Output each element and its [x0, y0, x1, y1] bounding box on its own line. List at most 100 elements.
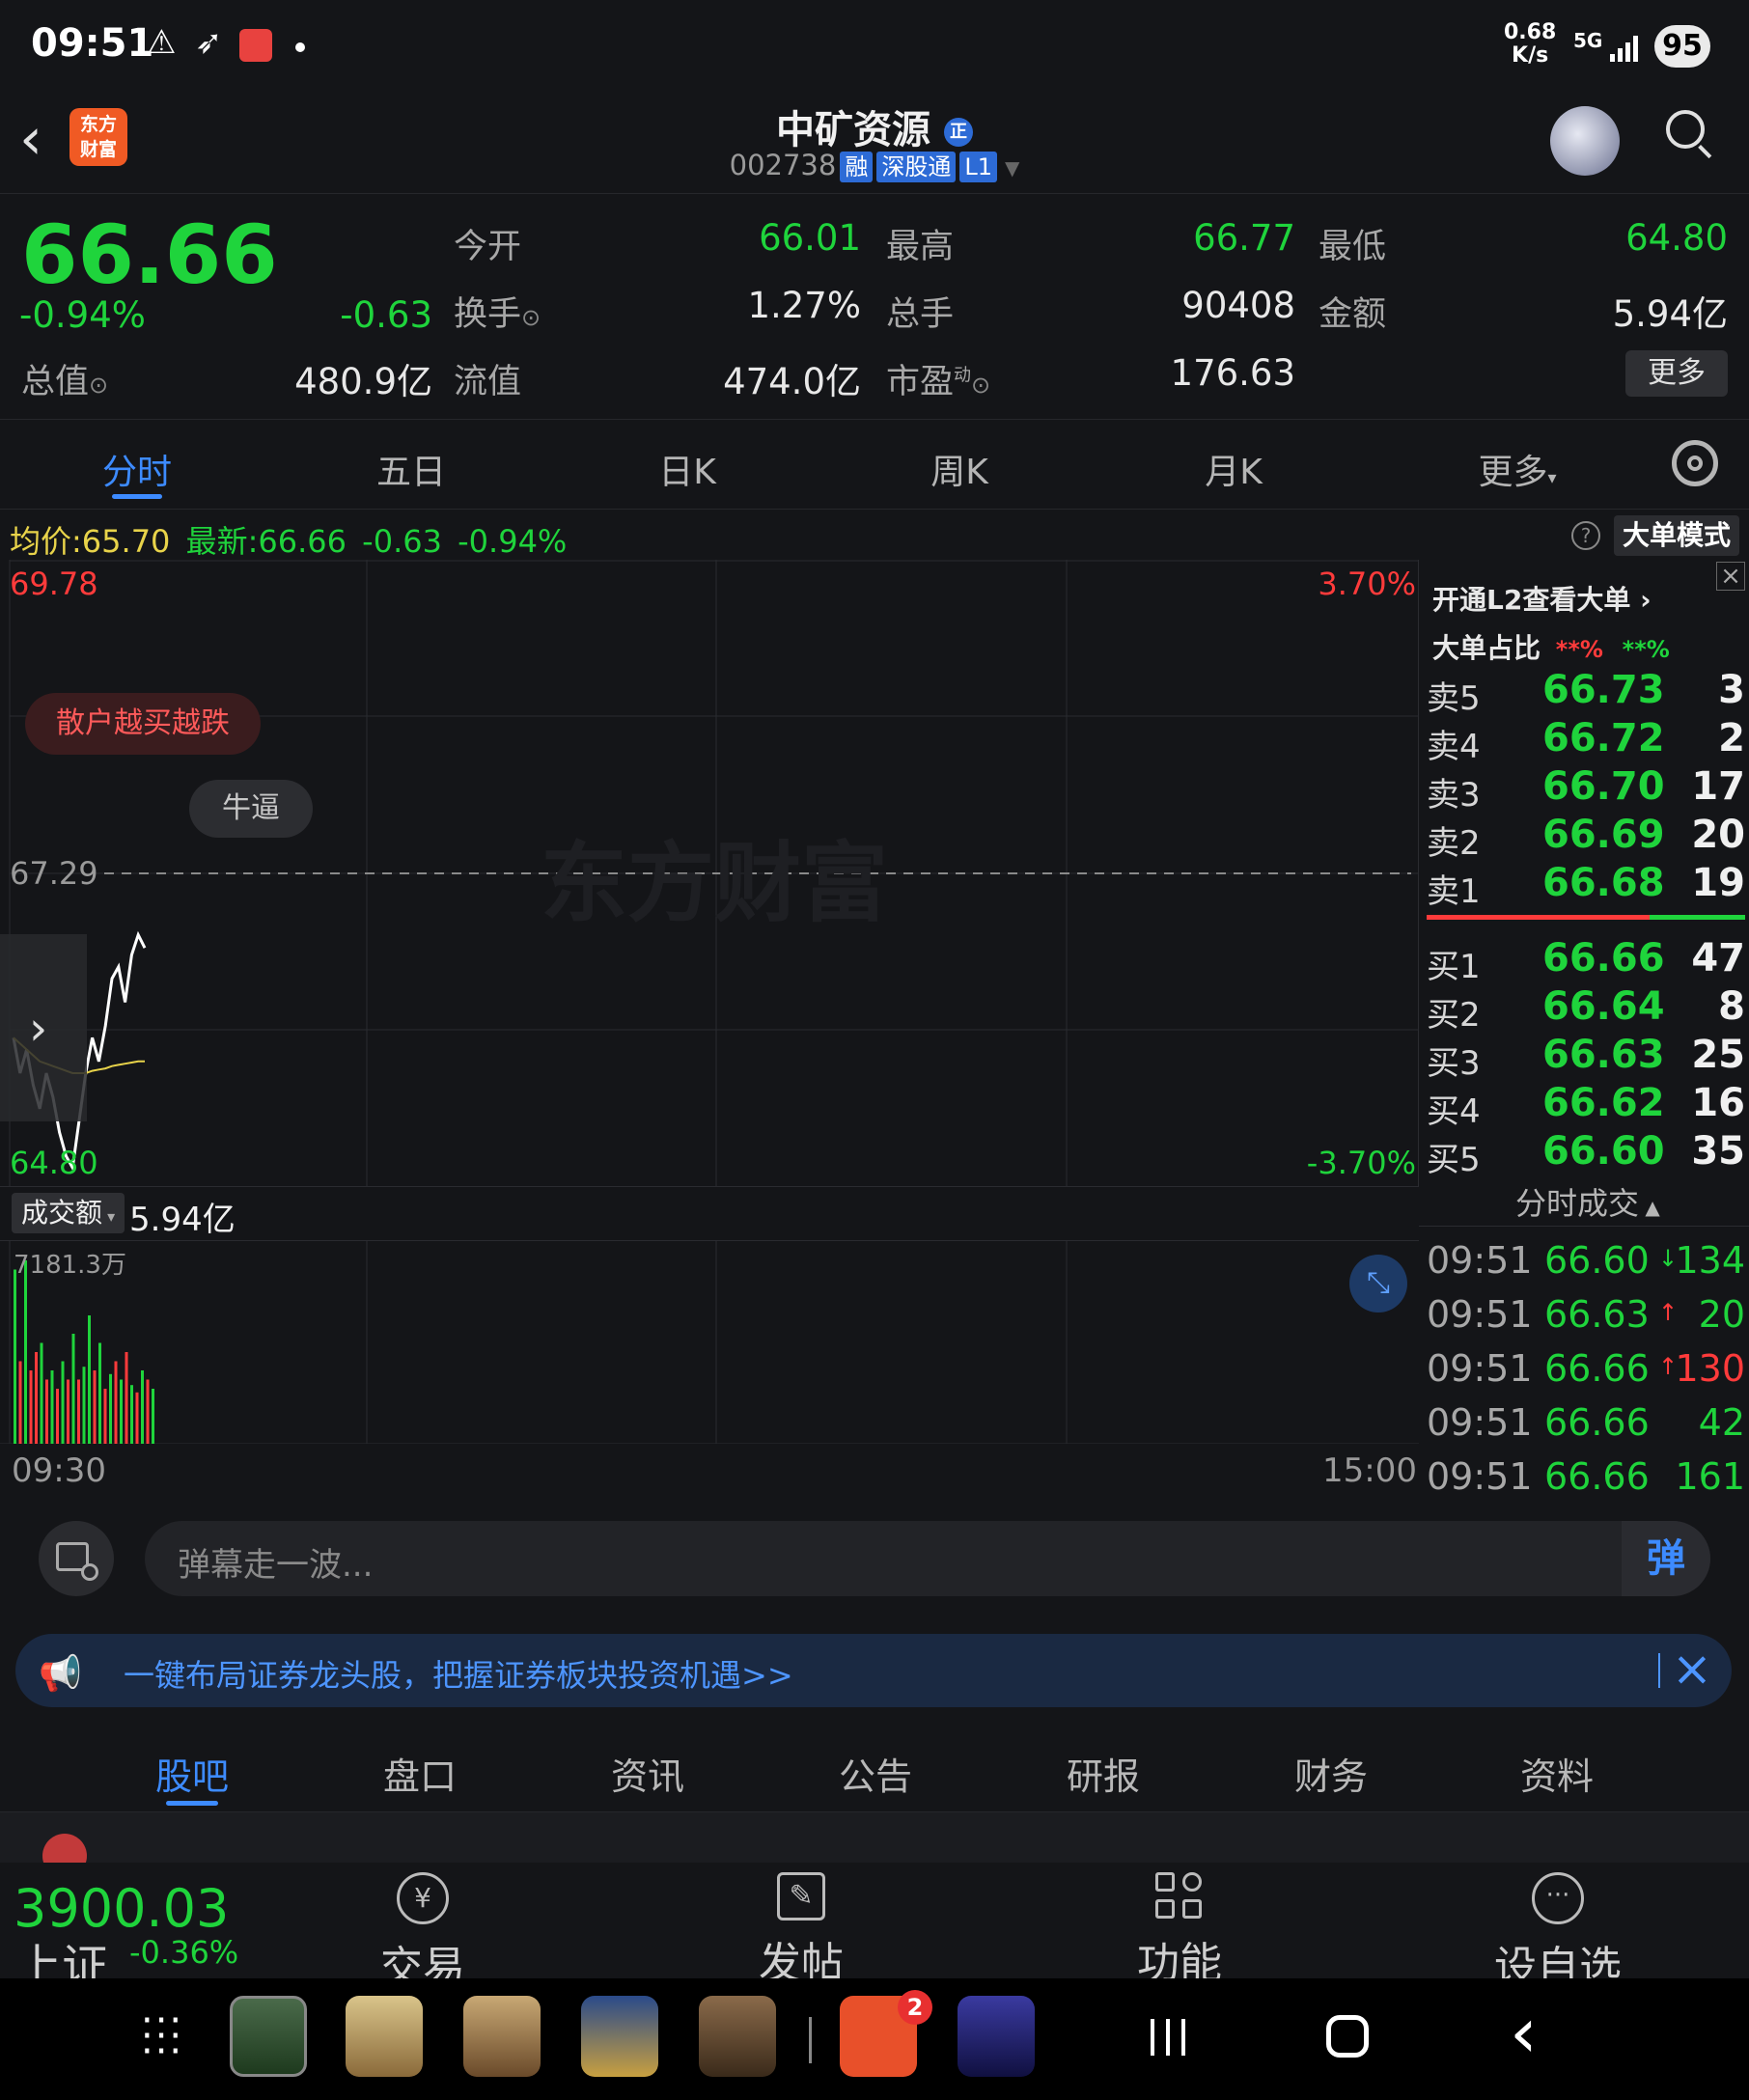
trade-volume: 20	[1698, 1293, 1745, 1336]
dropdown-icon[interactable]: ▼	[1005, 156, 1019, 180]
tab-orderbook[interactable]: 盘口	[347, 1747, 492, 1800]
tab-daily-k[interactable]: 日K	[591, 444, 784, 494]
network-type: 5G	[1573, 29, 1603, 52]
tab-intraday[interactable]: 分时	[41, 444, 234, 494]
volume-bar	[82, 1367, 86, 1444]
back-nav-icon[interactable]: ‹	[1510, 1994, 1538, 2071]
robot-assistant-icon[interactable]	[1550, 106, 1620, 176]
close-icon[interactable]: ×	[1716, 562, 1745, 591]
bid-price: 66.64	[1542, 984, 1665, 1029]
volume-max-label: 7181.3万	[14, 1251, 126, 1280]
ask-level-label: 卖3	[1427, 776, 1481, 815]
tab-forum[interactable]: 股吧	[120, 1747, 264, 1800]
trade-row: 09:51 66.66 ↑ 130	[1427, 1343, 1745, 1397]
ask-level-label: 卖1	[1427, 872, 1481, 911]
trade-button[interactable]: ¥ 交易	[326, 1872, 519, 1994]
ask-row[interactable]: 卖4 66.72 2	[1427, 714, 1745, 766]
bid-volume: 47	[1691, 936, 1745, 981]
trade-volume: 130	[1675, 1347, 1745, 1390]
volume-selector[interactable]: 成交额 ▾	[12, 1193, 125, 1233]
post-button[interactable]: ✎ 发帖	[705, 1872, 898, 1990]
big-order-mode-button[interactable]: 大单模式	[1614, 515, 1739, 556]
ask-volume: 20	[1691, 813, 1745, 857]
trade-time: 09:51	[1427, 1401, 1533, 1444]
bottom-action-bar: 3900.03 上证 -0.36% ¥ 交易 ✎ 发帖 功能 ··· 设自选	[0, 1863, 1749, 1994]
pct-min-label: -3.70%	[1306, 1145, 1416, 1181]
intraday-chart[interactable]: 东方财富 69.78 67.29 64.80 3.70% -3.70% 散户越买…	[0, 560, 1419, 1187]
ask-row[interactable]: 卖5 66.73 3	[1427, 666, 1745, 718]
volume-bar	[93, 1370, 97, 1444]
warning-icon: ⚠	[147, 23, 177, 62]
danmaku-settings-icon[interactable]	[39, 1521, 114, 1596]
tab-announcements[interactable]: 公告	[803, 1747, 948, 1800]
danmaku-bar: 弹幕走一波... 弹	[0, 1502, 1749, 1617]
volume-value: 90408	[1181, 285, 1295, 326]
bid-row[interactable]: 买2 66.64 8	[1427, 982, 1745, 1035]
promo-close-icon[interactable]: ×	[1672, 1642, 1712, 1696]
settings-icon[interactable]	[1672, 440, 1718, 486]
volume-chart-svg	[0, 1241, 1419, 1444]
x-start-label: 09:30	[12, 1451, 106, 1490]
help-icon[interactable]: ?	[1571, 521, 1600, 550]
promo-banner[interactable]: 📢 一键布局证券龙头股，把握证券板块投资机遇>> ×	[15, 1634, 1732, 1707]
tab-more[interactable]: 更多▾	[1421, 444, 1614, 494]
bid-volume: 16	[1691, 1081, 1745, 1125]
phone-app-icon[interactable]	[230, 1996, 307, 2077]
amount-value: 5.94亿	[1612, 293, 1728, 335]
home-icon[interactable]	[1326, 2015, 1369, 2058]
volume-bar	[35, 1352, 38, 1444]
y-max-label: 69.78	[10, 566, 98, 602]
functions-button[interactable]: 功能	[1083, 1872, 1276, 1990]
big-ratio-label: 大单占比	[1432, 632, 1541, 664]
more-button[interactable]: 更多	[1625, 350, 1728, 397]
screen-recorder-app-icon[interactable]	[958, 1996, 1035, 2077]
bid-volume: 35	[1691, 1129, 1745, 1174]
trades-title[interactable]: 分时成交 ▲	[1515, 1179, 1660, 1224]
recents-icon[interactable]	[1149, 2017, 1189, 2058]
l2-prompt-link[interactable]: 开通L2查看大单 ›	[1432, 579, 1652, 618]
volume-bar	[125, 1352, 128, 1444]
trade-time: 09:51	[1427, 1293, 1533, 1336]
index-pct: -0.36%	[129, 1934, 239, 1971]
bid-row[interactable]: 买1 66.66 47	[1427, 934, 1745, 986]
hello-app-icon[interactable]	[346, 1996, 423, 2077]
gallery-app-icon[interactable]	[581, 1996, 658, 2077]
tab-news[interactable]: 资讯	[575, 1747, 720, 1800]
tab-monthly-k[interactable]: 月K	[1137, 444, 1330, 494]
tab-research[interactable]: 研报	[1031, 1747, 1176, 1800]
volume-bar	[40, 1342, 43, 1444]
tab-financials[interactable]: 财务	[1259, 1747, 1403, 1800]
tab-weekly-k[interactable]: 周K	[863, 444, 1056, 494]
app-drawer-icon[interactable]: ··· ··· ···	[141, 2002, 189, 2071]
volume-bar	[45, 1379, 48, 1444]
tab-five-day[interactable]: 五日	[315, 444, 508, 494]
danmaku-input[interactable]: 弹幕走一波... 弹	[145, 1521, 1710, 1596]
volume-bar	[24, 1260, 27, 1444]
ask-row[interactable]: 卖2 66.69 20	[1427, 811, 1745, 863]
volume-bar	[135, 1392, 139, 1444]
search-icon[interactable]	[1664, 108, 1716, 160]
bid-row[interactable]: 买5 66.60 35	[1427, 1127, 1745, 1179]
trade-price: 66.66	[1544, 1401, 1650, 1444]
y-min-label: 64.80	[10, 1145, 98, 1181]
volume-bar	[61, 1361, 65, 1444]
bid-row[interactable]: 买4 66.62 16	[1427, 1079, 1745, 1131]
ask-row[interactable]: 卖3 66.70 17	[1427, 762, 1745, 815]
bid-row[interactable]: 买3 66.63 25	[1427, 1031, 1745, 1083]
browser-app-icon[interactable]	[463, 1996, 541, 2077]
ask-row[interactable]: 卖1 66.68 19	[1427, 859, 1745, 911]
bid-price: 66.63	[1542, 1033, 1665, 1077]
expand-panel-handle[interactable]: ›	[0, 934, 87, 1121]
ask-price: 66.69	[1542, 813, 1665, 857]
danmaku-send-button[interactable]: 弹	[1622, 1521, 1710, 1596]
latest-label: 最新:	[185, 523, 259, 560]
volume-bar	[120, 1379, 123, 1444]
fullscreen-icon[interactable]: ⤡	[1349, 1255, 1407, 1312]
tab-profile[interactable]: 资料	[1485, 1747, 1629, 1800]
volume-bar	[114, 1361, 118, 1444]
avg-label: 均价:	[10, 523, 82, 560]
bid-level-label: 买5	[1427, 1141, 1481, 1179]
camera-app-icon[interactable]	[699, 1996, 776, 2077]
add-watchlist-button[interactable]: ··· 设自选	[1461, 1872, 1654, 1994]
trade-volume: 161	[1675, 1455, 1745, 1498]
